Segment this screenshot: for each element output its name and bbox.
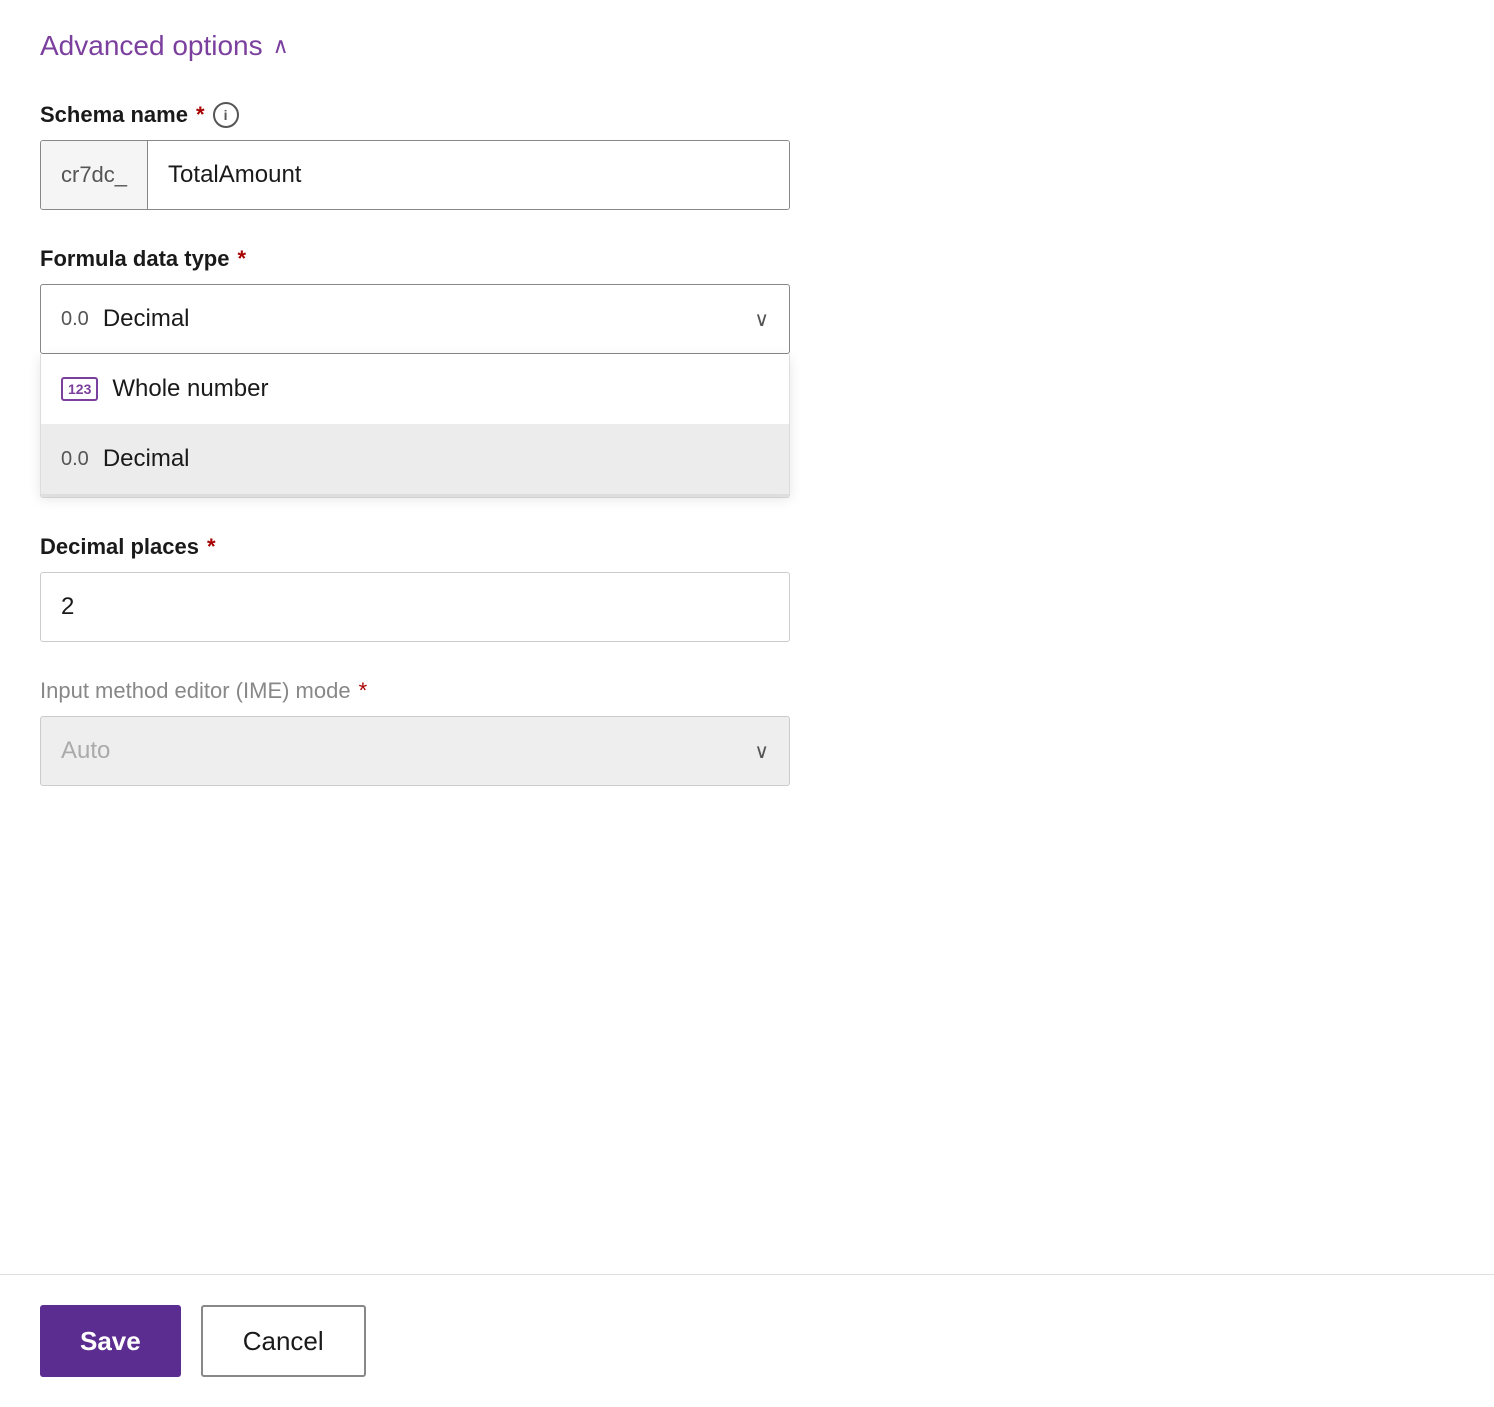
formula-data-type-selected-label: Decimal [103,305,190,333]
advanced-options-label: Advanced options [40,30,263,62]
formula-data-type-label: Formula data type * [40,246,1454,272]
chevron-up-icon: ∧ [273,35,289,57]
decimal-option-icon: 0.0 [61,448,89,471]
formula-data-type-required: * [237,246,246,272]
whole-number-icon: 123 [61,377,98,401]
formula-data-type-section: Formula data type * 0.0 Decimal ∨ 123 Wh… [40,246,1454,354]
schema-name-info-icon[interactable]: i [213,102,239,128]
ime-mode-placeholder: Auto [61,737,110,765]
decimal-places-input[interactable] [40,572,790,642]
decimal-places-label: Decimal places * [40,534,1454,560]
schema-name-wrapper: cr7dc_ [40,140,790,210]
save-button[interactable]: Save [40,1305,181,1377]
schema-name-section: Schema name * i cr7dc_ [40,102,1454,210]
dropdown-item-whole-number[interactable]: 123 Whole number [41,354,789,424]
formula-data-type-selected[interactable]: 0.0 Decimal ∨ [40,284,790,354]
cancel-button[interactable]: Cancel [201,1305,366,1377]
dropdown-item-decimal[interactable]: 0.0 Decimal [41,424,789,494]
advanced-options-header[interactable]: Advanced options ∧ [40,30,1454,62]
ime-mode-label: Input method editor (IME) mode * [40,678,1454,704]
chevron-down-icon: ∨ [754,307,769,332]
decimal-icon: 0.0 [61,308,89,331]
schema-name-required: * [196,102,205,128]
formula-data-type-dropdown[interactable]: 0.0 Decimal ∨ 123 Whole number 0.0 Decim… [40,284,790,354]
decimal-label: Decimal [103,445,190,473]
schema-name-label: Schema name * i [40,102,1454,128]
ime-mode-required: * [359,678,368,704]
schema-name-input[interactable] [148,141,789,209]
ime-mode-section: Input method editor (IME) mode * Auto ∨ [40,678,1454,786]
ime-mode-dropdown[interactable]: Auto ∨ [40,716,790,786]
footer: Save Cancel [0,1274,1494,1407]
formula-data-type-menu: 123 Whole number 0.0 Decimal [40,354,790,495]
schema-prefix: cr7dc_ [41,141,148,209]
ime-chevron-down-icon: ∨ [754,739,769,764]
decimal-places-required: * [207,534,216,560]
whole-number-label: Whole number [112,375,268,403]
decimal-places-section: Decimal places * [40,534,1454,642]
